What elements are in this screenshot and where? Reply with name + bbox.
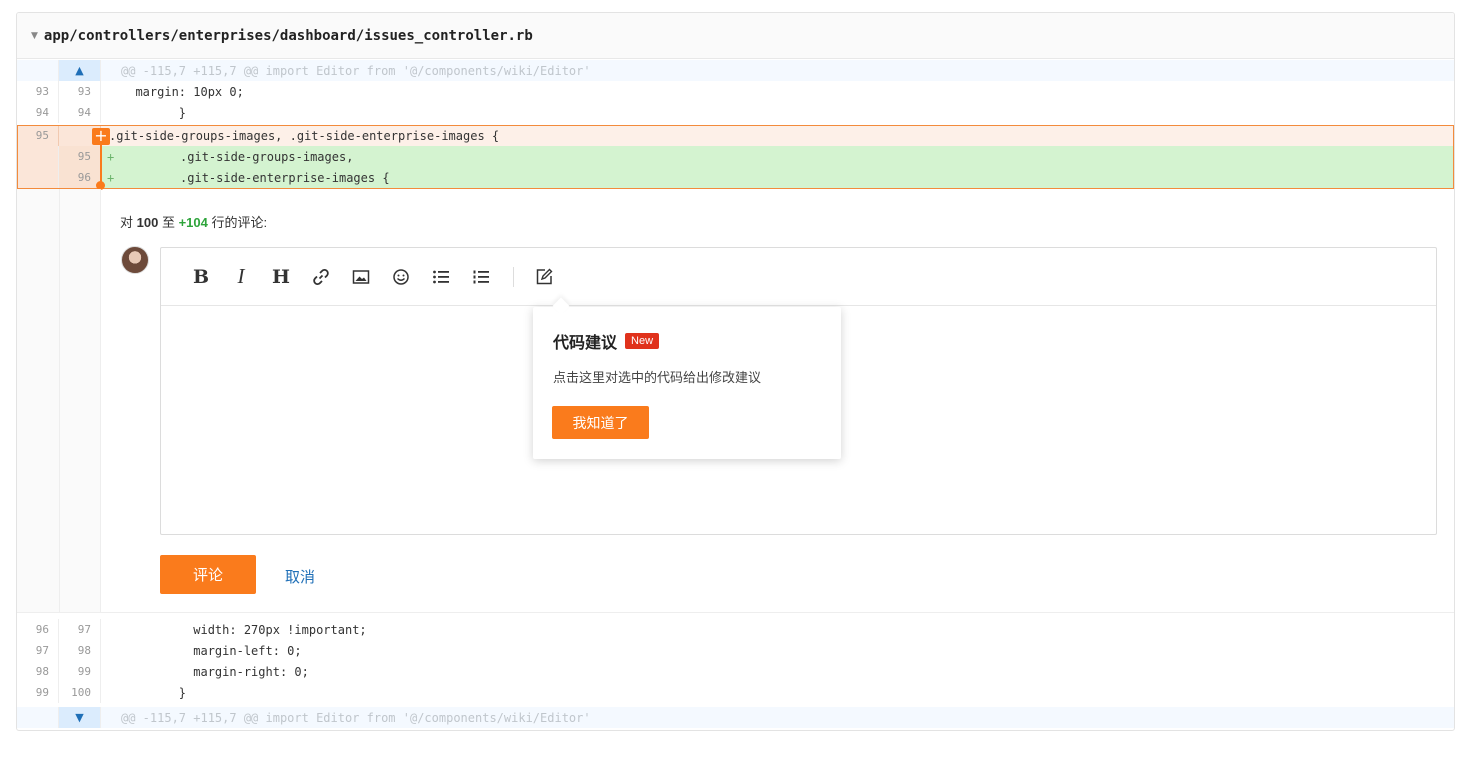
new-line-number[interactable]: 93 [59,81,101,102]
new-line-number[interactable]: 98 [59,640,101,661]
old-line-number[interactable] [17,146,59,167]
cancel-button[interactable]: 取消 [285,566,315,587]
toolbar-separator [513,266,514,287]
got-it-button[interactable]: 我知道了 [552,406,649,439]
code-text: width: 270px !important; [121,622,367,637]
code-text: } [121,105,187,120]
old-line-number[interactable]: 94 [17,102,59,123]
popover-description: 点击这里对选中的代码给出修改建议 [553,370,762,385]
avatar [121,246,149,274]
add-sign: + [107,149,115,164]
new-line-number[interactable]: 94 [59,102,101,123]
bold-button[interactable]: B [181,262,221,292]
hunk-text: @@ -115,7 +115,7 @@ import Editor from '… [121,710,591,725]
diff-line: 96 97 width: 270px !important; [17,619,1454,640]
comment-range-label: 对 100 至 +104 行的评论: [120,215,268,230]
add-sign: + [107,170,115,185]
hunk-gutter-old [17,60,59,81]
new-line-number[interactable]: 96 [59,167,101,188]
diff-line-removed-selected[interactable]: 95 .git-side-groups-images, .git-side-en… [17,125,1454,146]
code-suggestion-popover: 代码建议 New 点击这里对选中的代码给出修改建议 我知道了 [533,307,841,459]
range-to: +104 [178,215,208,230]
new-line-number[interactable]: 99 [59,661,101,682]
link-icon[interactable] [301,262,341,292]
code-text: } [121,685,187,700]
ordered-list-icon[interactable] [461,262,501,292]
old-line-number[interactable]: 96 [17,619,59,640]
range-from: 100 [136,215,159,230]
old-line-number[interactable]: 98 [17,661,59,682]
popover-title: 代码建议 New [553,329,660,353]
add-comment-plus-icon[interactable]: + [92,128,110,145]
diff-line-added-selected[interactable]: 95 + .git-side-groups-images, [17,146,1454,167]
new-badge: New [625,333,660,349]
collapse-caret-icon[interactable]: ▼ [31,31,38,41]
old-line-number[interactable] [17,167,59,188]
file-path: app/controllers/enterprises/dashboard/is… [43,27,533,44]
selection-drag-line[interactable] [100,145,102,185]
old-line-number[interactable]: 99 [17,682,59,703]
hunk-header-top: ▲ @@ -115,7 +115,7 @@ import Editor from… [17,60,1454,81]
hunk-header-bottom: ▼ @@ -115,7 +115,7 @@ import Editor from… [17,707,1454,728]
expand-up-icon[interactable]: ▲ [59,60,101,81]
hunk-text: @@ -115,7 +115,7 @@ import Editor from '… [121,63,591,78]
expand-down-icon[interactable]: ▼ [59,707,101,728]
code-text: margin-right: 0; [121,664,309,679]
hunk-gutter-old [17,707,59,728]
code-text: .git-side-enterprise-images { [122,170,390,185]
new-line-number[interactable]: 100 [59,682,101,703]
unordered-list-icon[interactable] [421,262,461,292]
submit-comment-button[interactable]: 评论 [160,555,256,594]
heading-button[interactable]: H [261,262,301,292]
emoji-icon[interactable] [381,262,421,292]
diff-line-added-selected[interactable]: 96 + .git-side-enterprise-images { [17,167,1454,188]
inline-comment-area: 对 100 至 +104 行的评论: B I H 代码建议 New 点击这里对选… [17,189,1454,613]
comment-gutter [17,189,101,612]
diff-file: ▼ app/controllers/enterprises/dashboard/… [16,12,1455,731]
code-text: .git-side-groups-images, [122,149,354,164]
code-suggestion-icon[interactable] [524,262,564,292]
editor-toolbar: B I H [161,248,1436,306]
old-line-number[interactable]: 95 [17,125,59,146]
code-text: margin-left: 0; [121,643,302,658]
file-header[interactable]: ▼ app/controllers/enterprises/dashboard/… [17,13,1454,59]
italic-button[interactable]: I [221,262,261,292]
new-line-number[interactable]: 95 [59,146,101,167]
new-line-number[interactable]: 97 [59,619,101,640]
code-text: .git-side-groups-images, .git-side-enter… [109,128,500,143]
diff-line: 97 98 margin-left: 0; [17,640,1454,661]
old-line-number[interactable]: 97 [17,640,59,661]
code-text: margin: 10px 0; [121,84,244,99]
diff-line: 98 99 margin-right: 0; [17,661,1454,682]
diff-line: 93 93 margin: 10px 0; [17,81,1454,102]
diff-line: 94 94 } [17,102,1454,123]
image-icon[interactable] [341,262,381,292]
old-line-number[interactable]: 93 [17,81,59,102]
diff-line: 99 100 } [17,682,1454,703]
